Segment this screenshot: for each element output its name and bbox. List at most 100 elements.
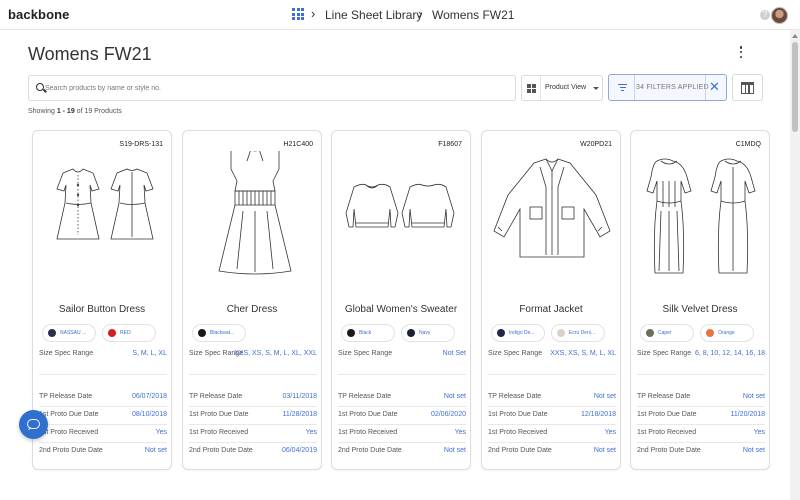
divider — [705, 75, 706, 100]
proto1-due-value[interactable]: 02/06/2020 — [431, 411, 466, 418]
tp-release-row: TP Release Date Not set — [488, 393, 616, 403]
scrollbar-thumb[interactable] — [792, 42, 798, 132]
field-label: 2nd Proto Dute Date — [338, 447, 402, 454]
proto2-due-value[interactable]: Not set — [594, 447, 616, 454]
color-chip[interactable]: RED — [102, 324, 156, 342]
product-card[interactable]: W20PD21 Format Jacket Indigo De... Ecru … — [481, 130, 621, 470]
size-spec-row: Size Spec Range 6, 8, 10, 12, 14, 16, 18 — [637, 350, 765, 360]
table-columns-icon — [741, 82, 754, 94]
proto1-received-value[interactable]: Yes — [605, 429, 616, 436]
color-chip[interactable]: Blackwat... — [192, 324, 246, 342]
color-name: Navy — [419, 330, 431, 336]
results-range: 1 - 19 — [56, 108, 75, 115]
search-box[interactable] — [28, 75, 516, 101]
color-chip[interactable]: Orange — [700, 324, 754, 342]
field-label: TP Release Date — [488, 393, 542, 400]
field-label: 2nd Proto Dute Date — [637, 447, 701, 454]
help-icon[interactable]: ? — [760, 10, 770, 20]
product-card[interactable]: F18607 Global Women's Sweater Black Navy… — [331, 130, 471, 470]
apps-grid-icon[interactable] — [292, 8, 304, 20]
app-logo[interactable]: backbone — [8, 7, 69, 22]
page-scrollbar[interactable] — [790, 30, 800, 500]
breadcrumb-line-sheet-library[interactable]: Line Sheet Library — [325, 8, 422, 22]
proto1-received-value[interactable]: Yes — [156, 429, 167, 436]
color-name: NASSAU ... — [60, 330, 87, 336]
size-spec-value[interactable]: XXS, XS, S, M, L, XL, XXL — [234, 350, 317, 357]
color-chip[interactable]: Ecru Deni... — [551, 324, 605, 342]
proto1-received-value[interactable]: Yes — [455, 429, 466, 436]
tp-release-value[interactable]: Not set — [743, 393, 765, 400]
color-chip[interactable]: Indigo De... — [491, 324, 545, 342]
search-icon — [36, 83, 44, 91]
proto2-due-row: 2nd Proto Dute Date Not set — [488, 447, 616, 457]
tp-release-value[interactable]: 03/11/2018 — [282, 393, 317, 400]
tp-release-value[interactable]: 06/07/2018 — [132, 393, 167, 400]
product-card[interactable]: S19-DRS-131 Sailor Button Dress NASSAU .… — [32, 130, 172, 470]
chat-bubble-icon — [27, 419, 40, 429]
proto2-due-value[interactable]: Not set — [145, 447, 167, 454]
color-dot — [347, 329, 355, 337]
size-spec-value[interactable]: Not Set — [443, 350, 466, 357]
size-spec-row: Size Spec Range XXS, XS, S, M, L, XL, XXL — [189, 350, 317, 360]
size-spec-value[interactable]: S, M, L, XL — [132, 350, 167, 357]
filter-icon[interactable] — [618, 84, 627, 92]
product-name[interactable]: Format Jacket — [482, 304, 620, 315]
proto2-due-value[interactable]: Not set — [444, 447, 466, 454]
user-avatar[interactable] — [771, 7, 788, 24]
breadcrumb-separator-icon: › — [418, 6, 423, 21]
divider — [540, 76, 541, 100]
chat-support-button[interactable] — [19, 410, 48, 439]
field-label: 1st Proto Received — [189, 429, 249, 436]
filters-applied[interactable]: 34 FILTERS APPLIED ✕ — [608, 74, 727, 101]
grid-view-icon[interactable] — [527, 84, 536, 93]
view-selector[interactable]: Product View — [521, 75, 603, 101]
proto1-received-row: 1st Proto Received Yes — [39, 429, 167, 439]
divider — [488, 406, 616, 407]
field-label: 1st Proto Received — [488, 429, 548, 436]
proto2-due-value[interactable]: Not set — [743, 447, 765, 454]
divider — [637, 424, 765, 425]
tp-release-value[interactable]: Not set — [444, 393, 466, 400]
proto1-due-value[interactable]: 08/10/2018 — [132, 411, 167, 418]
tp-release-row: TP Release Date Not set — [637, 393, 765, 403]
product-name[interactable]: Silk Velvet Dress — [631, 304, 769, 315]
color-chip[interactable]: Black — [341, 324, 395, 342]
clear-filters-icon[interactable]: ✕ — [709, 80, 720, 94]
size-spec-value[interactable]: 6, 8, 10, 12, 14, 16, 18 — [695, 350, 765, 357]
color-chip[interactable]: NASSAU ... — [42, 324, 96, 342]
divider — [39, 424, 167, 425]
column-settings-button[interactable] — [732, 74, 763, 101]
proto2-due-value[interactable]: 06/04/2019 — [282, 447, 317, 454]
product-card[interactable]: C1MDQ Silk Velvet Dress Caper Orange Siz… — [630, 130, 770, 470]
color-dot — [646, 329, 654, 337]
field-label: Size Spec Range — [39, 350, 94, 357]
proto1-due-value[interactable]: 11/20/2018 — [730, 411, 765, 418]
product-card[interactable]: H21C400 Cher Dress Blackwat... Size Spec… — [182, 130, 322, 470]
more-options-icon[interactable] — [738, 46, 744, 58]
proto2-due-row: 2nd Proto Dute Date Not set — [39, 447, 167, 457]
size-spec-value[interactable]: XXS, XS, S, M, L, XL — [550, 350, 616, 357]
proto1-received-value[interactable]: Yes — [306, 429, 317, 436]
divider — [189, 406, 317, 407]
scroll-up-icon[interactable] — [792, 34, 798, 38]
search-input[interactable] — [45, 80, 505, 97]
color-dot — [48, 329, 56, 337]
field-label: TP Release Date — [189, 393, 243, 400]
product-name[interactable]: Sailor Button Dress — [33, 304, 171, 315]
divider — [637, 406, 765, 407]
divider — [39, 406, 167, 407]
color-chip[interactable]: Navy — [401, 324, 455, 342]
proto1-due-value[interactable]: 12/18/2018 — [581, 411, 616, 418]
tp-release-row: TP Release Date 03/11/2018 — [189, 393, 317, 403]
proto1-due-value[interactable]: 11/28/2018 — [282, 411, 317, 418]
product-name[interactable]: Cher Dress — [183, 304, 321, 315]
tp-release-value[interactable]: Not set — [594, 393, 616, 400]
chevron-down-icon[interactable] — [593, 87, 599, 90]
style-number: S19-DRS-131 — [119, 141, 163, 148]
product-name[interactable]: Global Women's Sweater — [332, 304, 470, 315]
proto1-received-value[interactable]: Yes — [754, 429, 765, 436]
field-label: 1st Proto Received — [637, 429, 697, 436]
field-label: 1st Proto Due Date — [488, 411, 548, 418]
color-chip[interactable]: Caper — [640, 324, 694, 342]
field-label: Size Spec Range — [338, 350, 393, 357]
